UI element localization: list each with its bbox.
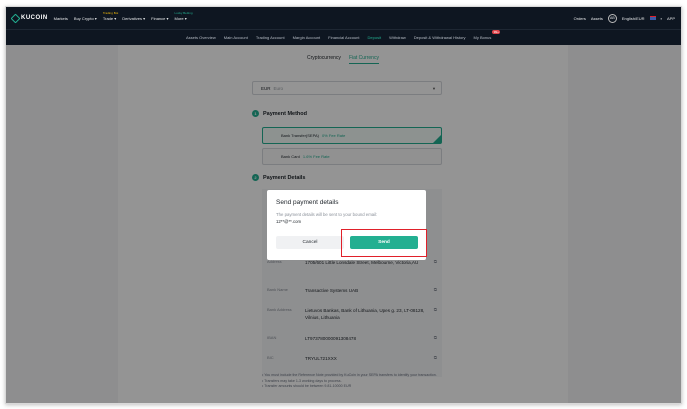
nav-derivatives[interactable]: Derivatives ▾ (122, 16, 145, 21)
subnav-margin-account[interactable]: Margin Account (293, 35, 321, 40)
nav-trade[interactable]: Trading Bot Trade ▾ (103, 11, 118, 21)
modal-title: Send payment details (276, 199, 339, 206)
header-right: Orders Assets AB English/EUR ▪ APP (574, 13, 675, 23)
subnav-financial-account[interactable]: Financial Account (328, 35, 359, 40)
nav-more[interactable]: Lucky Betting More ▾ (175, 11, 193, 21)
subnav-main-account[interactable]: Main Account (224, 35, 248, 40)
subnav-trading-account[interactable]: Trading Account (256, 35, 285, 40)
modal-description: The payment details will be sent to your… (276, 211, 421, 225)
assets-link[interactable]: Assets (591, 16, 603, 21)
flag-icon (649, 16, 656, 20)
nav-buy-crypto[interactable]: Buy Crypto ▾ (74, 16, 97, 21)
subnav-history[interactable]: Deposit & Withdrawal History (414, 35, 466, 40)
language-selector[interactable]: English/EUR (622, 16, 645, 21)
nav-finance[interactable]: Finance ▾ (151, 16, 168, 21)
logo-icon (10, 13, 21, 23)
send-button-highlight (341, 229, 427, 257)
logo[interactable]: KUCOIN (10, 13, 48, 23)
subnav-deposit[interactable]: Deposit (368, 35, 382, 40)
avatar[interactable]: AB (607, 13, 617, 23)
bonus-badge: 99+ (492, 30, 501, 34)
cancel-button[interactable]: Cancel (276, 236, 344, 249)
top-navbar: KUCOIN Markets Buy Crypto ▾ Trading Bot T… (6, 7, 681, 29)
app-link[interactable]: APP (667, 16, 675, 21)
browser-window: KUCOIN Markets Buy Crypto ▾ Trading Bot T… (5, 6, 682, 404)
account-subnav: Assets Overview Main Account Trading Acc… (6, 29, 681, 45)
nav-markets[interactable]: Markets (54, 16, 68, 21)
orders-link[interactable]: Orders (574, 16, 586, 21)
nav-tag: Trading Bot (102, 10, 119, 15)
app-icon[interactable]: ▪ (661, 16, 662, 21)
subnav-my-bonus[interactable]: My Bonus 99+ (474, 30, 501, 40)
subnav-assets-overview[interactable]: Assets Overview (186, 35, 216, 40)
nav-tag: Lucky Betting (174, 10, 193, 15)
subnav-withdraw[interactable]: Withdraw (389, 35, 406, 40)
logo-text: KUCOIN (21, 15, 48, 21)
masked-email: 12**@**.com (276, 219, 302, 224)
